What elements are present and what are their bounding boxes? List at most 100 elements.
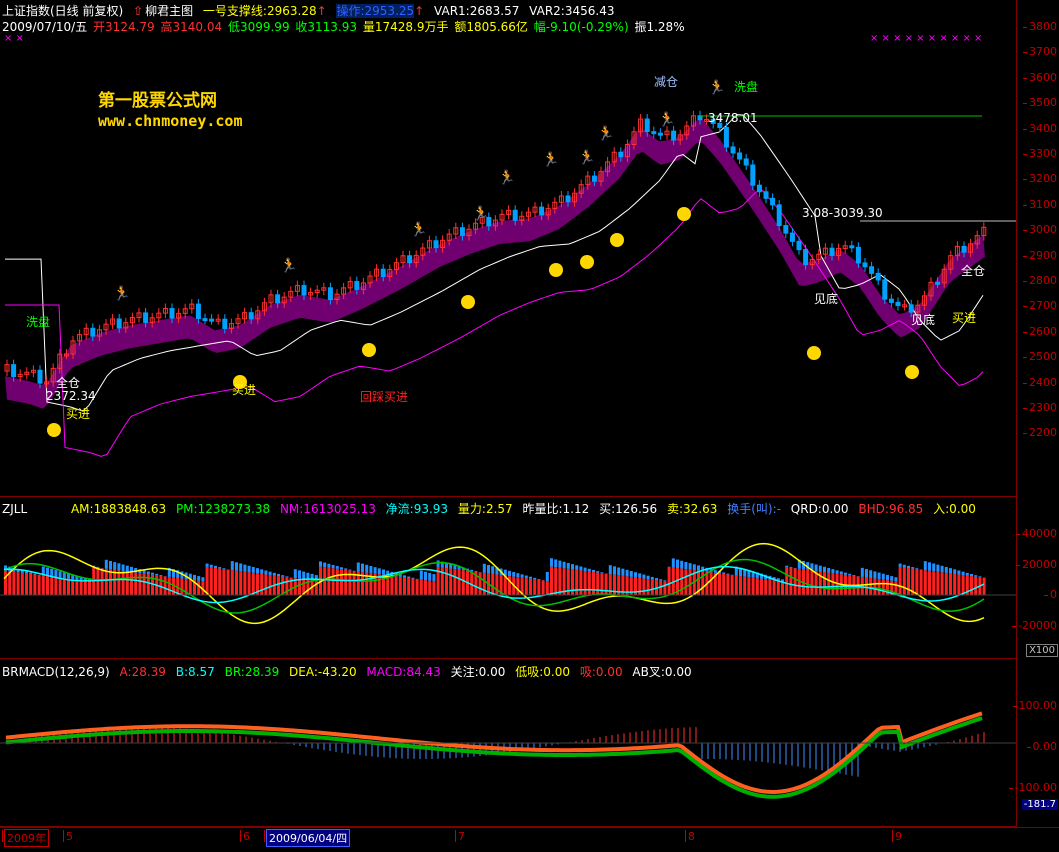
time-axis[interactable]: 2009年 5 6 2009/06/04/四 7 8 9 [0,827,1059,852]
candle-down [512,209,518,221]
volume-bar-red [516,577,520,595]
volume-bar-blue [957,570,961,575]
volume-bar-red [554,567,558,595]
candle-down [459,227,465,237]
brmacd-dea: DEA:-43.20 [289,665,357,679]
volume-bar-blue [487,565,490,574]
zjll-nm: NM:1613025.13 [279,502,376,516]
price-axis[interactable]: 3800 3700 3600 3500 3400 3300 3200 3100 3000 2900… [1016,0,1059,497]
candle-down [783,225,789,234]
volume-bar-red [134,572,138,595]
volume-bar-blue [382,569,385,575]
axis-tick: 2400 [1023,375,1057,389]
candlestick-chart[interactable]: 🏃🏃🏃🏃🏃🏃 🏃🏃🏃🏃 [0,0,1016,497]
volume-bar-blue [907,565,910,568]
money-bag-icon [677,207,691,221]
volume-bar-blue [873,571,877,579]
volume-bar-blue [142,570,146,574]
volume-bar-red [335,568,339,595]
brmacd-focus: 关注:0.00 [450,665,506,679]
volume-bar-blue [697,565,700,571]
money-bag-icon [610,233,624,247]
candle-down [539,206,545,216]
volume-bar-blue [869,570,873,578]
volume-bar-red [449,568,453,595]
axis-tick: 3500 [1023,96,1057,110]
volume-bar-blue [197,576,201,581]
volume-bar-red [898,566,902,595]
brmacd-indicator-panel[interactable]: BRMACD(12,26,9) A:28.39 B:8.57 BR:28.39 … [0,659,1016,827]
label-full-2: 全仓 [961,264,986,278]
volume-bar-red [117,570,121,595]
volume-bar-blue [218,567,222,569]
axis-tick: 20000 [1016,557,1057,571]
label-buy-3: 买进 [952,311,977,325]
volume-bar-red [739,576,742,595]
volume-bar-red [214,568,217,595]
volume-bar-red [793,568,797,595]
volume-bar-blue [277,574,280,577]
zjll-name[interactable]: ZJLL [2,502,27,516]
zjll-indicator-panel[interactable]: ZJLL AM:1883848.63 PM:1238273.38 NM:1613… [0,497,1016,659]
axis-tick: 2300 [1023,401,1057,414]
main-chart-panel[interactable]: 🏃 🏃 🏃 🏃 🏃 🏃 🏃 🏃 🏃 🏃 上证指数(日线 前复权) ⇧ 柳君主图 一号支撑线:2963… [0,0,1016,497]
runner-icon: 🏃 [472,205,489,222]
brmacd-chart[interactable] [0,659,1016,827]
zjll-header: ZJLL AM:1883848.63 PM:1238273.38 NM:1613… [2,500,982,517]
formula-name[interactable]: 柳君主图 [145,4,193,18]
runner-icon: 🏃 [410,221,427,238]
time-cursor-date[interactable]: 2009/06/04/四 [263,829,351,847]
volume-bar-blue [638,573,642,578]
candle-down [433,240,439,249]
volume-bar-blue [646,575,650,580]
volume-bar-red [163,576,167,595]
brmacd-axis[interactable]: 100.00 0.00 -100.00 -181.7 [1008,659,1059,827]
candle-down [37,369,43,384]
label-pullback-buy: 回踩买进 [360,390,409,404]
volume-bar-blue [113,562,117,570]
candle-down [803,249,809,266]
volume-bar-red [239,571,243,595]
brmacd-name[interactable]: BRMACD(12,26,9) [2,665,110,679]
volume-bar-blue [235,562,238,571]
zjll-axis[interactable]: 40000 20000 0 -20000 X100 [1012,497,1059,659]
marker-stars-right: × × × × × × × × × × [870,33,983,44]
volume-bar-blue [377,568,381,575]
candle-down [875,272,881,281]
volume-bar-red [331,568,335,595]
label-bottom-1: 见底 [814,292,839,306]
candle-down [888,298,894,303]
volume-bar-red [37,575,41,595]
volume-bar-blue [298,570,301,579]
volume-bar-blue [587,568,591,572]
volume-bar-blue [881,573,885,580]
volume-bar-blue [596,571,600,573]
candle-down [796,240,802,251]
volume-bar-red [785,567,789,595]
candle-down [354,281,360,290]
volume-bar-red [470,571,474,595]
zjll-chart[interactable] [0,497,1016,659]
volume-bar-red [957,574,961,595]
volume-bar-blue [579,566,583,571]
volume-bar-blue [566,562,570,569]
volume-bar-blue [331,564,335,569]
money-bag-icon [807,346,821,360]
marker-stars-left: × × [4,33,24,44]
candle-down [750,164,756,186]
candle-down [327,287,333,301]
label-buy-1: 买进 [66,407,91,421]
volume-bar-red [100,568,104,595]
volume-bar-red [20,572,24,595]
candle-down [855,246,861,264]
volume-bar-blue [785,565,789,568]
label-low-value: 2372.34 [46,389,96,403]
axis-tick: 3300 [1023,147,1057,160]
volume-bar-red [277,576,280,595]
volume-bar-blue [592,569,595,573]
volume-bar-red [869,577,873,595]
zjll-am: AM:1883848.63 [70,502,167,516]
volume-bar-red [121,570,125,595]
index-name[interactable]: 上证指数(日线 前复权) [2,4,123,18]
volume-bar-blue [209,564,213,568]
